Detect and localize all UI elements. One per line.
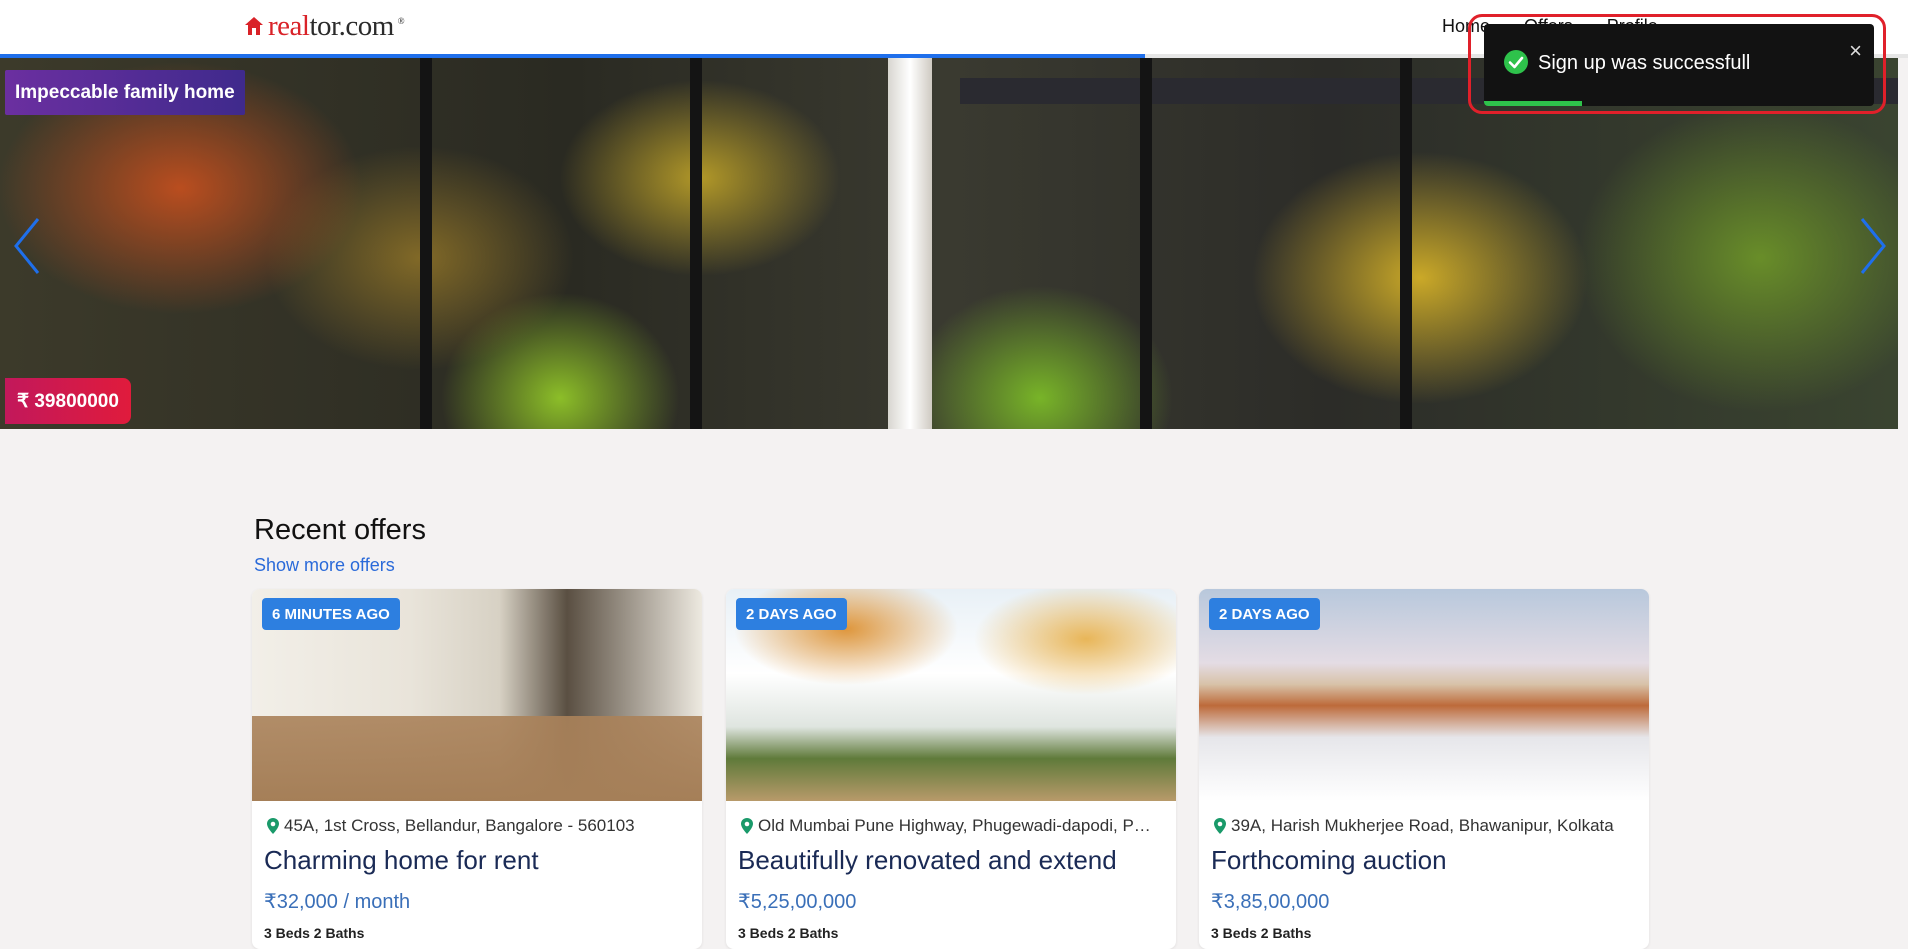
section-title: Recent offers xyxy=(254,514,426,546)
offer-price: ₹32,000 / month xyxy=(264,891,411,913)
offer-card-image: 2 DAYS AGO xyxy=(726,589,1176,801)
toast-message: Sign up was successfull xyxy=(1538,52,1751,74)
hero-caption: Impeccable family home xyxy=(5,70,245,115)
offer-location: 45A, 1st Cross, Bellandur, Bangalore - 5… xyxy=(266,816,686,836)
carousel-prev-button[interactable] xyxy=(8,213,48,279)
chevron-left-icon xyxy=(14,218,40,274)
realtor-logo[interactable]: real tor.com ® xyxy=(244,9,405,42)
offer-age-badge: 2 DAYS AGO xyxy=(736,598,847,630)
hero-image-frame xyxy=(420,58,432,429)
chevron-right-icon xyxy=(1860,218,1886,274)
hero-image-frame xyxy=(1400,58,1412,429)
logo-text-real: real xyxy=(268,9,310,42)
hero-price-tag: ₹ 39800000 xyxy=(5,378,131,424)
offer-details: 3 Beds 2 Baths xyxy=(1211,925,1312,941)
offer-location-text: 39A, Harish Mukherjee Road, Bhawanipur, … xyxy=(1231,816,1614,835)
map-pin-icon xyxy=(1214,818,1226,834)
offer-title[interactable]: Beautifully renovated and extend xyxy=(738,845,1117,876)
offer-card[interactable]: 2 DAYS AGO 39A, Harish Mukherjee Road, B… xyxy=(1199,589,1649,949)
offer-card[interactable]: 2 DAYS AGO Old Mumbai Pune Highway, Phug… xyxy=(726,589,1176,949)
offer-title[interactable]: Forthcoming auction xyxy=(1211,845,1447,876)
offer-title[interactable]: Charming home for rent xyxy=(264,845,539,876)
offer-location-text: 45A, 1st Cross, Bellandur, Bangalore - 5… xyxy=(284,816,635,835)
hero-image-frame xyxy=(1140,58,1152,429)
offer-details: 3 Beds 2 Baths xyxy=(264,925,365,941)
offer-location: Old Mumbai Pune Highway, Phugewadi-dapod… xyxy=(740,816,1160,836)
toast-progress-bar xyxy=(1484,101,1582,106)
map-pin-icon xyxy=(267,818,279,834)
house-logo-icon xyxy=(245,17,263,35)
offer-location: 39A, Harish Mukherjee Road, Bhawanipur, … xyxy=(1213,816,1633,836)
offer-price: ₹3,85,00,000 xyxy=(1211,891,1330,913)
offer-location-text: Old Mumbai Pune Highway, Phugewadi-dapod… xyxy=(758,816,1160,835)
offer-card-image: 2 DAYS AGO xyxy=(1199,589,1649,801)
offer-details: 3 Beds 2 Baths xyxy=(738,925,839,941)
logo-trademark: ® xyxy=(397,16,405,26)
offer-card-image: 6 MINUTES AGO xyxy=(252,589,702,801)
map-pin-icon xyxy=(741,818,753,834)
offer-price: ₹5,25,00,000 xyxy=(738,891,857,913)
logo-text-tor: tor.com xyxy=(309,9,394,42)
hero-image-frame xyxy=(690,58,702,429)
offer-card[interactable]: 6 MINUTES AGO 45A, 1st Cross, Bellandur,… xyxy=(252,589,702,949)
check-circle-icon xyxy=(1504,50,1528,74)
show-more-offers-link[interactable]: Show more offers xyxy=(254,555,395,576)
hero-image-pillar xyxy=(888,58,932,429)
offer-age-badge: 2 DAYS AGO xyxy=(1209,598,1320,630)
carousel-next-button[interactable] xyxy=(1852,213,1892,279)
offer-age-badge: 6 MINUTES AGO xyxy=(262,598,400,630)
toast-close-button[interactable]: × xyxy=(1849,38,1862,64)
success-toast: Sign up was successfull × xyxy=(1484,24,1874,106)
